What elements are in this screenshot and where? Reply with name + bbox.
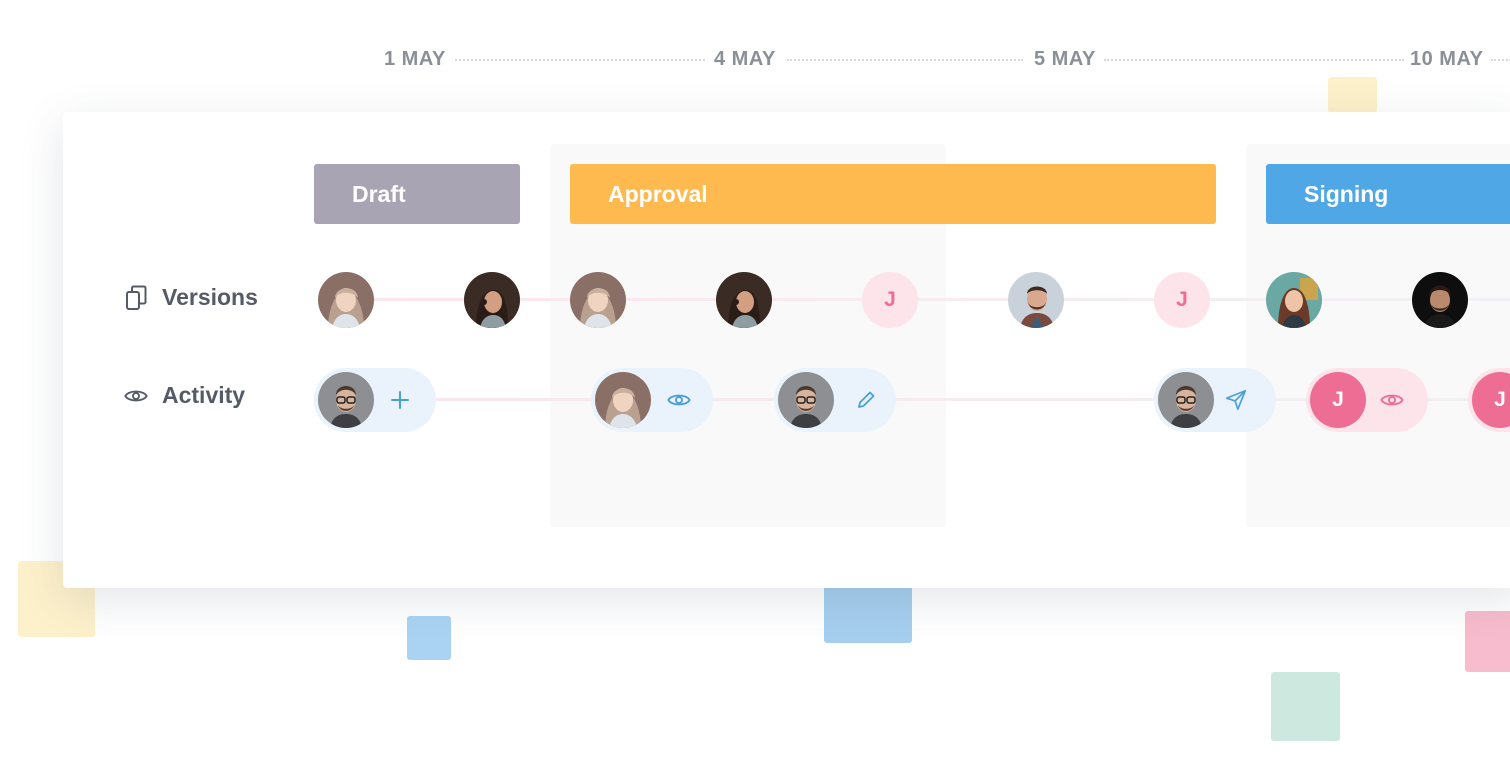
date-label-1-may: 1 MAY (384, 48, 446, 70)
avatar (595, 372, 651, 428)
phase-signing[interactable]: Signing (1266, 164, 1510, 224)
date-divider (455, 59, 705, 61)
initial-avatar: J (1310, 372, 1366, 428)
version-avatar-6[interactable] (1008, 272, 1064, 328)
version-avatar-8[interactable] (1266, 272, 1322, 328)
activity-item-create[interactable] (314, 368, 436, 432)
date-divider (1104, 59, 1404, 61)
activity-item-view-signing[interactable]: J (1306, 368, 1428, 432)
version-initial-avatar-2[interactable]: J (1154, 272, 1210, 328)
activity-row-label: Activity (124, 382, 245, 409)
eye-icon (124, 384, 148, 408)
phase-approval[interactable]: Approval (570, 164, 1216, 224)
avatar (778, 372, 834, 428)
decor-square-blue-large (824, 580, 912, 643)
version-avatar-4[interactable] (716, 272, 772, 328)
avatar (1158, 372, 1214, 428)
versions-row-label: Versions (124, 284, 258, 311)
decor-square-yellow-top (1328, 77, 1377, 113)
version-avatar-9[interactable] (1412, 272, 1468, 328)
activity-item-view[interactable] (591, 368, 713, 432)
version-initial-avatar-1[interactable]: J (862, 272, 918, 328)
date-label-4-may: 4 MAY (714, 48, 776, 70)
version-avatar-3[interactable] (570, 272, 626, 328)
send-icon (1224, 388, 1248, 412)
date-divider (787, 59, 1023, 61)
avatar (318, 372, 374, 428)
version-avatar-1[interactable] (318, 272, 374, 328)
activity-item-edit[interactable] (774, 368, 896, 432)
decor-square-green (1271, 672, 1340, 741)
versions-label-text: Versions (162, 284, 258, 310)
initial-avatar: J (1472, 372, 1510, 428)
phase-draft[interactable]: Draft (314, 164, 520, 224)
activity-label-text: Activity (162, 382, 246, 408)
date-label-5-may: 5 MAY (1034, 48, 1096, 70)
copy-icon (124, 285, 148, 310)
eye-icon (667, 388, 691, 412)
version-avatar-2[interactable] (464, 272, 520, 328)
date-divider (1491, 59, 1510, 61)
decor-square-pink (1465, 611, 1510, 672)
decor-square-blue-small (407, 616, 451, 660)
date-timeline: 1 MAY 4 MAY 5 MAY 10 MAY (0, 44, 1510, 74)
plus-icon (388, 388, 412, 412)
pencil-icon (854, 388, 878, 412)
activity-item-send[interactable] (1154, 368, 1276, 432)
versions-track (346, 298, 1510, 301)
date-label-10-may: 10 MAY (1410, 48, 1484, 70)
eye-icon (1380, 388, 1404, 412)
